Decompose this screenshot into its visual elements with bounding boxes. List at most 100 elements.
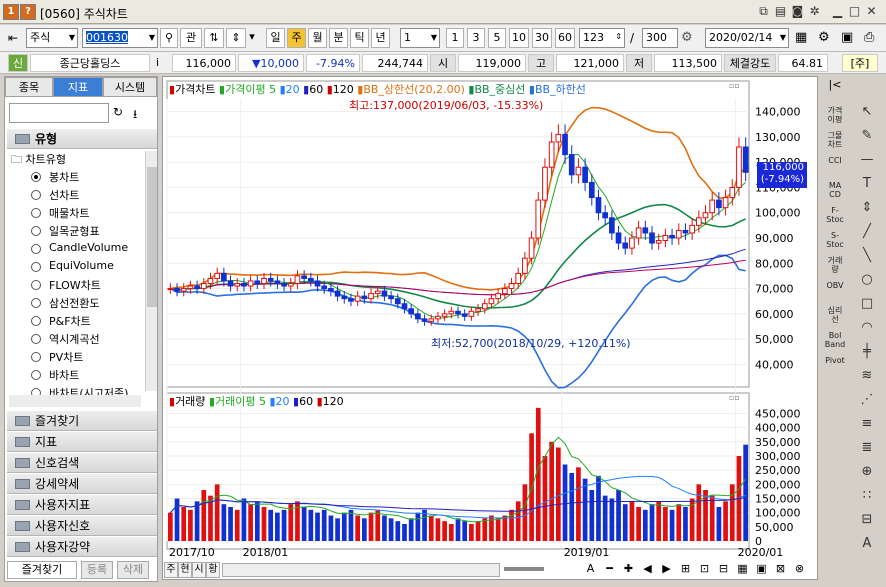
radio-button[interactable]: [31, 190, 41, 200]
view-tab[interactable]: 황: [206, 562, 220, 578]
memo-icon[interactable]: ▤: [773, 4, 788, 19]
radio-button[interactable]: [31, 208, 41, 218]
chart-type-item[interactable]: 역시계곡선: [49, 331, 100, 347]
display-count-input[interactable]: 123 ⇕: [579, 28, 625, 48]
chart-area[interactable]: 140,000130,000120,000110,000100,00090,00…: [162, 76, 818, 580]
left-tab[interactable]: 지표: [53, 77, 103, 97]
folder-type[interactable]: 유형: [7, 129, 157, 149]
folder-item[interactable]: 신호검색: [7, 453, 157, 473]
maximize-icon[interactable]: □: [847, 4, 862, 19]
period-button[interactable]: 틱: [350, 28, 369, 48]
minimize-icon[interactable]: ▁: [830, 4, 845, 19]
chart-type-item[interactable]: 선차트: [49, 187, 79, 203]
circle-icon[interactable]: ○: [855, 270, 879, 290]
auto-icon[interactable]: A: [855, 534, 879, 554]
obv-tool[interactable]: OBV: [821, 281, 849, 290]
period-button[interactable]: 월: [308, 28, 327, 48]
chart-tool-icon[interactable]: ▣: [753, 562, 770, 575]
pointer-icon[interactable]: ↖: [855, 102, 879, 122]
fan-icon[interactable]: ⋰: [855, 390, 879, 410]
fibo-icon[interactable]: ╪: [855, 342, 879, 362]
chart-svg[interactable]: 140,000130,000120,000110,000100,00090,00…: [163, 77, 819, 581]
indicator-search-input[interactable]: [9, 103, 109, 123]
chart-tool-icon[interactable]: ⊠: [772, 562, 789, 575]
radio-button[interactable]: [31, 334, 41, 344]
period-button[interactable]: 년: [371, 28, 390, 48]
save-icon[interactable]: ▣: [841, 30, 853, 45]
radio-button[interactable]: [31, 244, 41, 254]
chart-tool-icon[interactable]: ◀: [639, 562, 656, 575]
minute-button[interactable]: 30: [532, 28, 552, 48]
market-select[interactable]: 주식 ▼: [26, 28, 78, 48]
psychology-tool[interactable]: 심리 선: [821, 306, 849, 324]
grid-icon[interactable]: ▦: [795, 30, 807, 45]
cci-tool[interactable]: CCI: [821, 156, 849, 165]
radio-button[interactable]: [31, 370, 41, 380]
gear-icon[interactable]: ⚙: [818, 30, 830, 45]
hline-icon[interactable]: —: [855, 150, 879, 170]
folder-item[interactable]: 사용자지표: [7, 495, 157, 515]
window-number-badge[interactable]: 1: [3, 4, 19, 20]
pivot-tool[interactable]: Pivot: [821, 356, 849, 365]
fast-stoch-tool[interactable]: F- Stoc: [821, 206, 849, 224]
sync-icon[interactable]: ⇅: [204, 28, 224, 48]
wave-icon[interactable]: ≋: [855, 366, 879, 386]
bottom-tab[interactable]: 즐겨찾기: [7, 561, 77, 579]
chart-type-item[interactable]: CandleVolume: [49, 241, 128, 254]
ruler-icon[interactable]: ⊟: [855, 510, 879, 530]
download-icon[interactable]: ⭳: [133, 105, 137, 126]
chart-tool-icon[interactable]: ⊟: [715, 562, 732, 575]
folder-item[interactable]: 사용자강약: [7, 537, 157, 557]
prev-icon[interactable]: ⇤: [8, 31, 18, 45]
date-input[interactable]: 2020/02/14 ▼: [705, 28, 789, 48]
chart-type-item[interactable]: 매물차트: [49, 205, 89, 221]
radio-button[interactable]: [31, 226, 41, 236]
chart-tool-icon[interactable]: ━: [601, 562, 618, 575]
help-badge[interactable]: ?: [20, 4, 36, 20]
minute-button[interactable]: 3: [467, 28, 485, 48]
total-count-input[interactable]: 300: [642, 28, 678, 48]
view-tab[interactable]: 현: [178, 562, 192, 578]
radio-button[interactable]: [31, 172, 41, 182]
grid-chart-tool[interactable]: 그물 차트: [821, 131, 849, 149]
collapse-icon[interactable]: |<: [820, 76, 850, 96]
cross-icon[interactable]: ⊕: [855, 462, 879, 482]
diagonal-icon[interactable]: ╲: [855, 246, 879, 266]
pencil-icon[interactable]: ✎: [855, 126, 879, 146]
link-icon[interactable]: ⧉: [756, 4, 771, 19]
text-icon[interactable]: T: [855, 174, 879, 194]
settings-icon[interactable]: ⚙: [681, 30, 693, 45]
chart-tool-icon[interactable]: ⊗: [791, 562, 808, 575]
chevron-down-icon[interactable]: ▾: [248, 28, 256, 48]
radio-button[interactable]: [31, 352, 41, 362]
grid-icon[interactable]: ∷: [855, 486, 879, 506]
radio-button[interactable]: [31, 262, 41, 272]
bottom-tab[interactable]: 삭제: [117, 561, 149, 579]
folder-item[interactable]: 강세약세: [7, 474, 157, 494]
chart-tool-icon[interactable]: ⊡: [696, 562, 713, 575]
slow-stoch-tool[interactable]: S- Stoc: [821, 231, 849, 249]
chart-type-item[interactable]: 삼선전환도: [49, 295, 100, 311]
chart-type-item[interactable]: P&F차트: [49, 313, 91, 329]
volume-panel-controls-icon[interactable]: ▫▫: [729, 393, 740, 402]
chart-type-item[interactable]: 봉차트: [49, 169, 79, 185]
radio-button[interactable]: [31, 280, 41, 290]
gann-icon[interactable]: ≣: [855, 438, 879, 458]
folder-item[interactable]: 사용자신호: [7, 516, 157, 536]
folder-item[interactable]: 지표: [7, 432, 157, 452]
settings-gear-icon[interactable]: ✲: [807, 4, 822, 19]
camera-icon[interactable]: ◙: [790, 4, 805, 19]
period-button[interactable]: 분: [329, 28, 348, 48]
bottom-tab[interactable]: 등록: [81, 561, 113, 579]
chart-type-item[interactable]: EquiVolume: [49, 259, 114, 272]
period-button[interactable]: 주: [287, 28, 306, 48]
chart-tool-icon[interactable]: ▦: [734, 562, 751, 575]
chart-tool-icon[interactable]: ✚: [620, 562, 637, 575]
radio-button[interactable]: [31, 316, 41, 326]
arc-icon[interactable]: ◠: [855, 318, 879, 338]
crosshair-icon[interactable]: ⇕: [855, 198, 879, 218]
info-icon[interactable]: i: [156, 56, 159, 69]
chart-type-item[interactable]: 바차트: [49, 367, 79, 383]
left-tab[interactable]: 시스템: [103, 77, 157, 97]
tree-hscrollbar[interactable]: [9, 395, 141, 407]
